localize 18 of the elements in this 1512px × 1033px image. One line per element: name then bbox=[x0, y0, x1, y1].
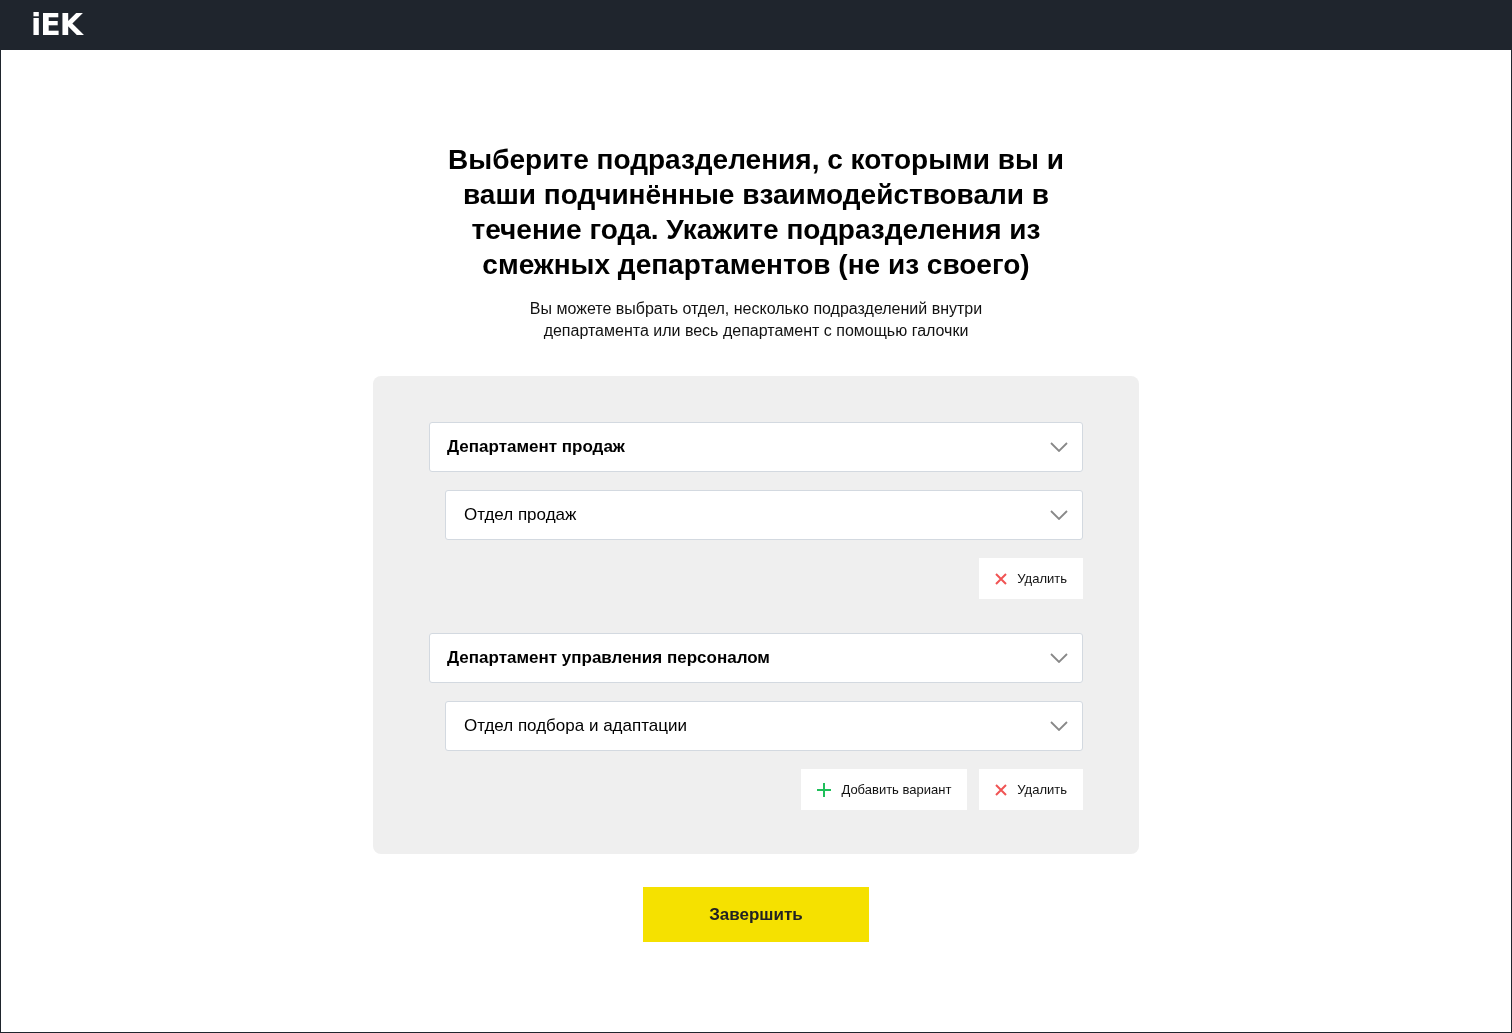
chevron-down-icon bbox=[1050, 510, 1068, 520]
chevron-down-icon bbox=[1050, 721, 1068, 731]
hint-text: Вы можете выбрать отдел, несколько подразделений внутри департамента или весь департамент с помощью галочки bbox=[528, 299, 984, 341]
division-select[interactable]: Отдел подбора и адаптации bbox=[445, 701, 1083, 751]
logo[interactable]: iEK bbox=[31, 10, 83, 40]
chevron-down-icon bbox=[1050, 442, 1068, 452]
finish-button[interactable]: Завершить bbox=[643, 887, 869, 942]
close-icon bbox=[995, 783, 1008, 796]
chevron-down-icon bbox=[1050, 653, 1068, 663]
plus-icon bbox=[817, 782, 832, 797]
delete-button[interactable]: Удалить bbox=[979, 558, 1083, 599]
department-select[interactable]: Департамент продаж bbox=[429, 422, 1083, 472]
close-icon bbox=[995, 572, 1008, 585]
page-heading: Выберите подразделения, с которыми вы и ваши подчинённые взаимодействовали в течение года. Укажите подразделения из смежных департаментов (не из своего) bbox=[447, 143, 1065, 282]
delete-button[interactable]: Удалить bbox=[979, 769, 1083, 810]
division-select[interactable]: Отдел продаж bbox=[445, 490, 1083, 540]
add-variant-button[interactable]: Добавить вариант bbox=[801, 769, 968, 810]
department-select[interactable]: Департамент управления персоналом bbox=[429, 633, 1083, 683]
